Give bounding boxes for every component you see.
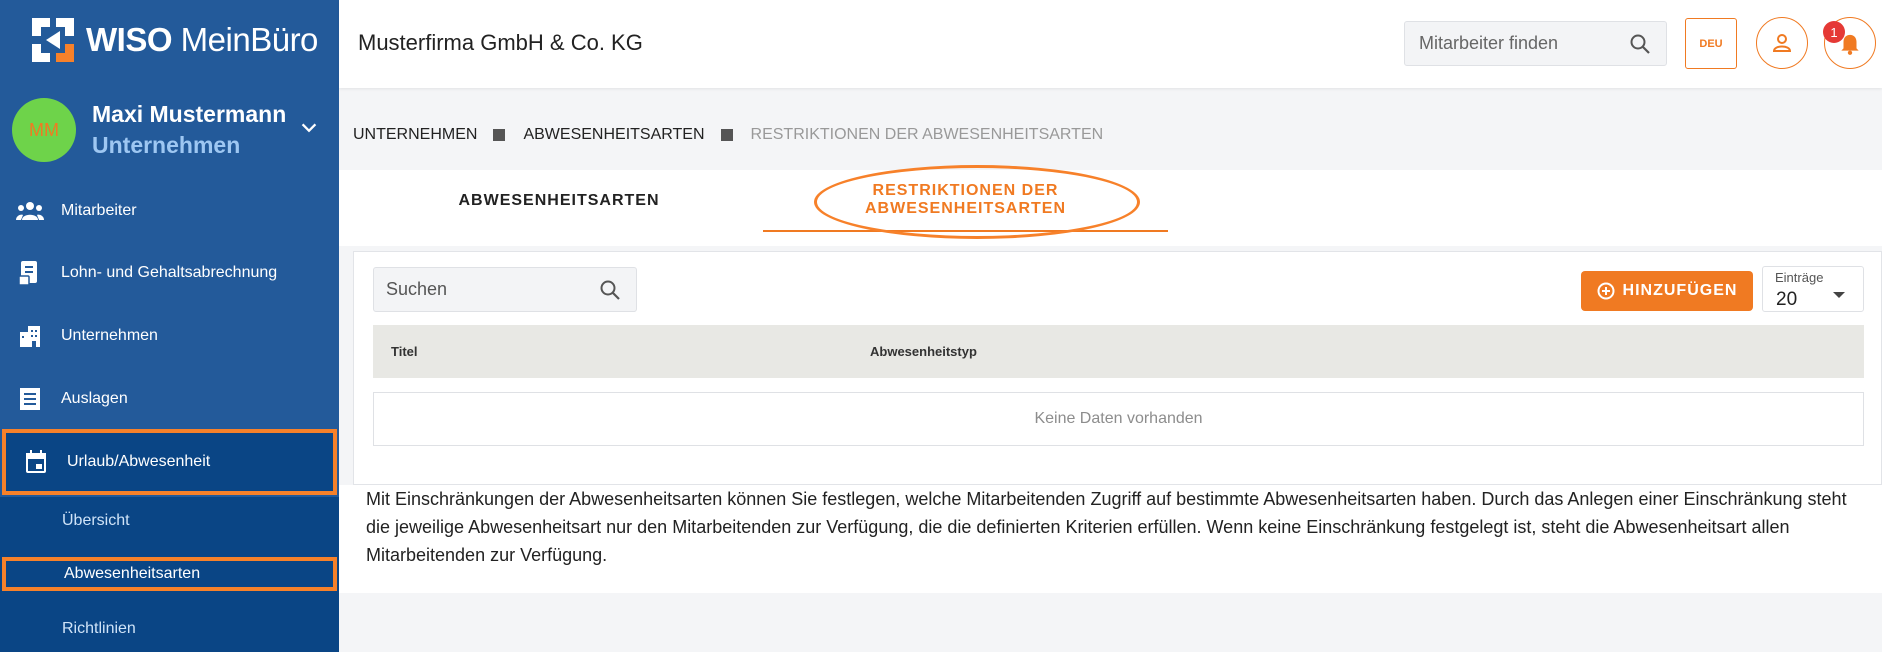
person-icon — [1772, 34, 1792, 52]
people-icon — [16, 197, 44, 225]
top-header: Musterfirma GmbH & Co. KG Mitarbeiter fi… — [339, 0, 1882, 88]
breadcrumb-item[interactable]: ABWESENHEITSARTEN — [523, 126, 704, 144]
calendar-icon — [22, 448, 50, 476]
receipt-icon — [16, 385, 44, 413]
sidebar: WISO MeinBüro MM Maxi Mustermann Unterne… — [0, 0, 339, 652]
search-icon — [600, 280, 620, 300]
sidebar-item-urlaub[interactable]: Urlaub/Abwesenheit — [2, 429, 337, 495]
language-button[interactable]: DEU — [1685, 18, 1737, 69]
empty-state: Keine Daten vorhanden — [373, 392, 1864, 446]
breadcrumb-current: RESTRIKTIONEN DER ABWESENHEITSARTEN — [750, 126, 1104, 143]
logo-icon — [32, 18, 74, 62]
search-placeholder: Mitarbeiter finden — [1419, 33, 1559, 53]
add-button-label: HINZUFÜGEN — [1622, 282, 1738, 299]
notifications-button[interactable]: 1 — [1823, 17, 1876, 69]
plus-circle-icon — [1597, 282, 1615, 300]
caret-down-icon — [1833, 292, 1845, 298]
building-icon — [16, 322, 44, 350]
entries-select[interactable]: Einträge 20 — [1762, 266, 1864, 312]
user-name: Maxi Mustermann — [92, 101, 287, 127]
user-menu[interactable]: MM Maxi Mustermann Unternehmen — [12, 97, 332, 163]
entries-value: 20 — [1776, 289, 1798, 310]
notification-badge: 1 — [1823, 21, 1845, 43]
profile-button[interactable] — [1756, 17, 1808, 69]
sidebar-item-label: Unternehmen — [61, 327, 158, 344]
add-button[interactable]: HINZUFÜGEN — [1581, 271, 1753, 311]
payroll-icon — [16, 259, 44, 287]
search-input[interactable]: Suchen — [373, 267, 637, 312]
tab-bar: ABWESENHEITSARTEN RESTRIKTIONEN DER ABWES… — [339, 165, 1882, 246]
search-placeholder: Suchen — [386, 279, 448, 299]
breadcrumb-separator — [720, 129, 733, 141]
breadcrumb: UNTERNEHMEN ABWESENHEITSARTEN RESTRIKTIO… — [353, 126, 1103, 144]
logo-text: WISO MeinBüro — [86, 21, 318, 58]
sidebar-item-label: Lohn- und Gehaltsabrechnung — [61, 264, 278, 281]
sidebar-item-mitarbeiter[interactable]: Mitarbeiter — [0, 180, 339, 242]
breadcrumb-item[interactable]: UNTERNEHMEN — [353, 126, 477, 144]
sidebar-item-lohn[interactable]: Lohn- und Gehaltsabrechnung — [0, 242, 339, 304]
sidebar-subitem-uebersicht[interactable]: Übersicht — [0, 501, 339, 541]
sidebar-subitem-abwesenheitsarten[interactable]: Abwesenheitsarten — [2, 557, 337, 591]
tab-abwesenheitsarten[interactable]: ABWESENHEITSARTEN — [459, 170, 659, 232]
column-header-abwesenheitstyp[interactable]: Abwesenheitstyp — [870, 344, 977, 359]
sidebar-item-auslagen[interactable]: Auslagen — [0, 368, 339, 430]
sidebar-item-unternehmen[interactable]: Unternehmen — [0, 305, 339, 367]
sidebar-subitem-richtlinien[interactable]: Richtlinien — [0, 609, 339, 649]
logo[interactable]: WISO MeinBüro — [32, 18, 318, 62]
table-header: Titel Abwesenheitstyp — [373, 325, 1864, 378]
content-panel: Suchen HINZUFÜGEN Einträge 20 Titel Abwe… — [353, 251, 1882, 485]
company-name: Musterfirma GmbH & Co. KG — [358, 30, 643, 55]
highlight-ellipse — [814, 165, 1140, 239]
description-area: Mit Einschränkungen der Abwesenheitsarte… — [339, 485, 1882, 593]
description-text: Mit Einschränkungen der Abwesenheitsarte… — [366, 489, 1847, 565]
employee-search-input[interactable]: Mitarbeiter finden — [1404, 21, 1667, 66]
sidebar-item-label: Auslagen — [61, 390, 128, 407]
sidebar-item-label: Urlaub/Abwesenheit — [67, 453, 211, 470]
avatar: MM — [12, 98, 76, 162]
sidebar-item-label: Mitarbeiter — [61, 202, 137, 219]
search-icon — [1630, 34, 1650, 54]
column-header-titel[interactable]: Titel — [391, 344, 418, 359]
entries-label: Einträge — [1775, 270, 1824, 285]
chevron-down-icon[interactable] — [298, 117, 320, 139]
breadcrumb-separator — [493, 129, 506, 141]
user-role: Unternehmen — [92, 132, 241, 158]
